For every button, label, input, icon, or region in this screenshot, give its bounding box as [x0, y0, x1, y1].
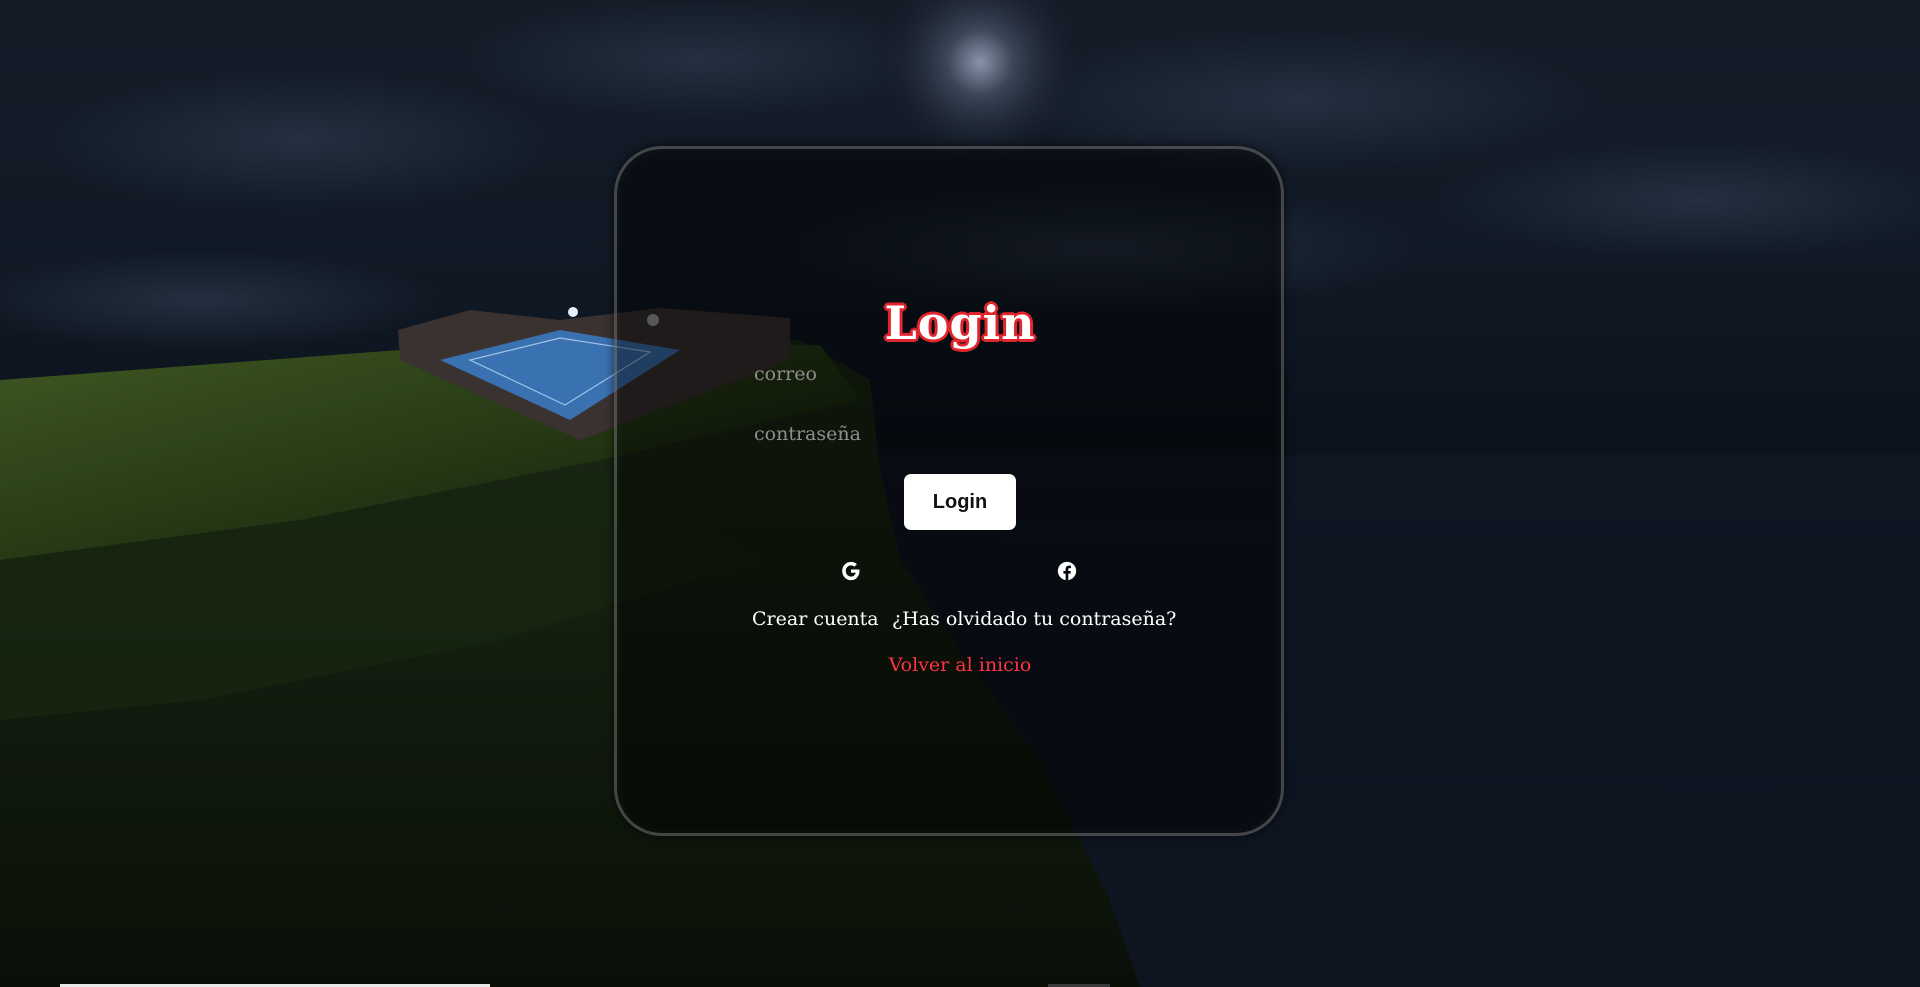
- facebook-login-button[interactable]: [1054, 558, 1080, 584]
- facebook-icon: [1057, 561, 1077, 581]
- forgot-password-link[interactable]: ¿Has olvidado tu contraseña?: [892, 608, 1176, 630]
- email-field[interactable]: [754, 356, 1174, 392]
- create-account-link[interactable]: Crear cuenta: [752, 608, 879, 630]
- back-home-link[interactable]: Volver al inicio: [0, 654, 1920, 676]
- login-button[interactable]: Login: [904, 474, 1016, 530]
- password-field[interactable]: [754, 416, 1174, 452]
- google-icon: [842, 561, 860, 581]
- google-login-button[interactable]: [838, 558, 864, 584]
- login-title: Login: [884, 296, 1036, 350]
